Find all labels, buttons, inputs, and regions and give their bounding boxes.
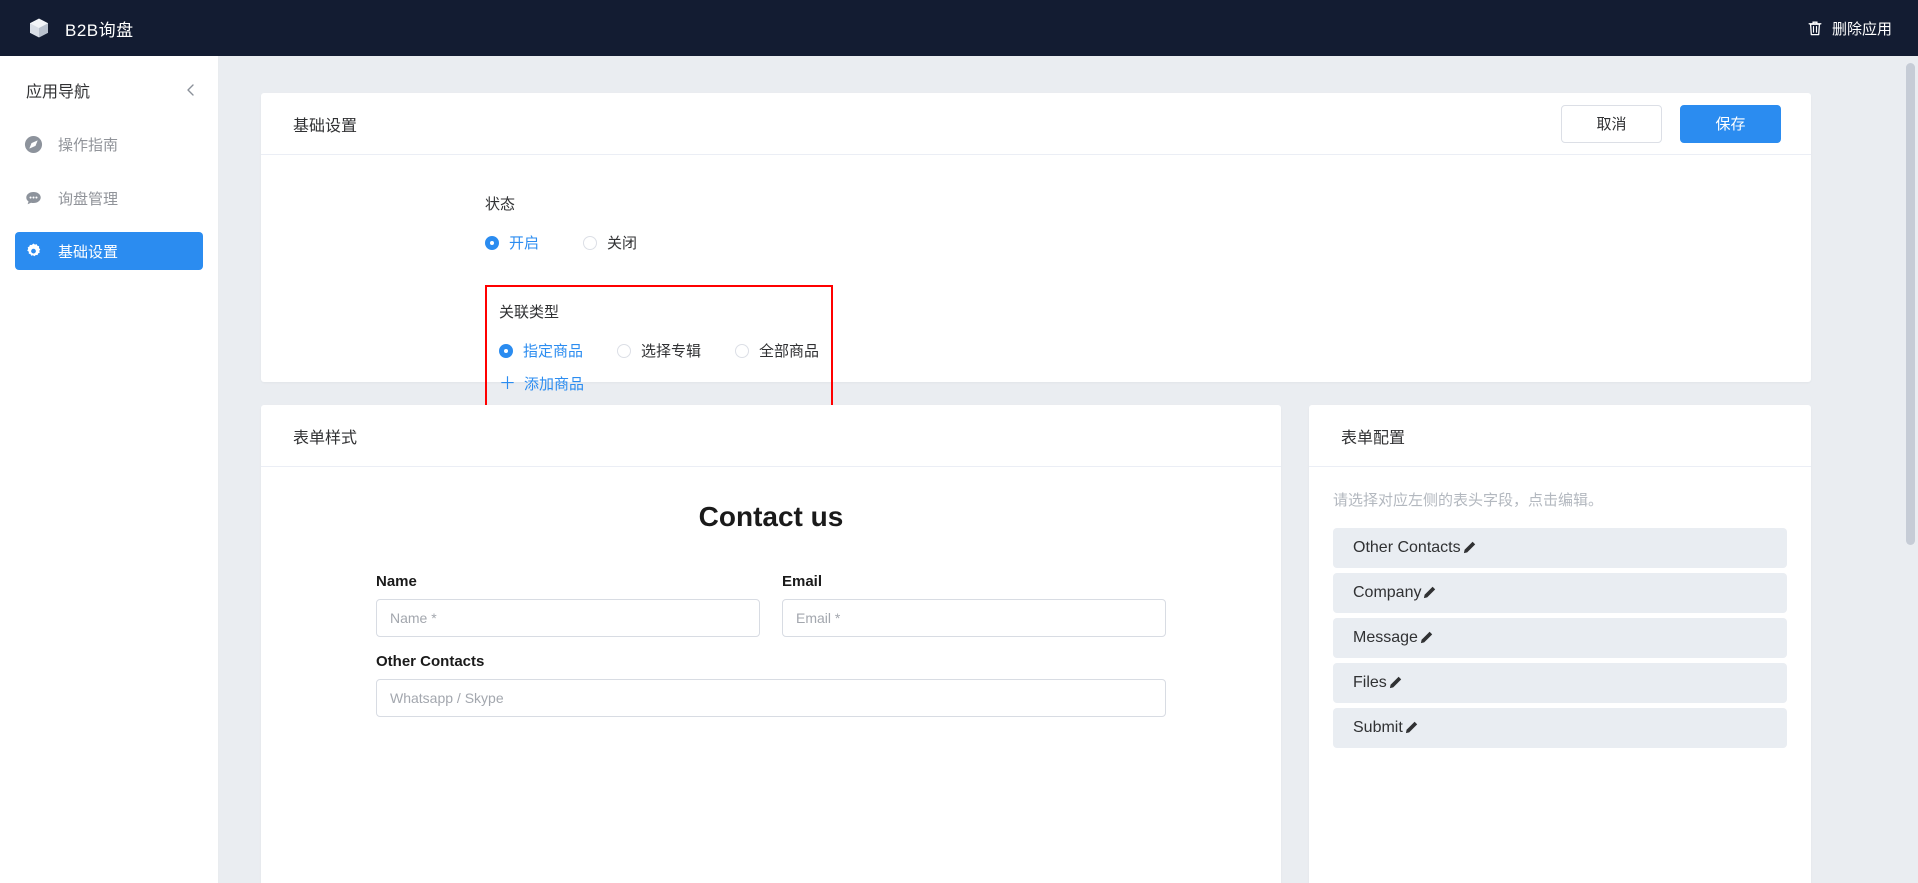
preview-label-email: Email xyxy=(782,573,823,590)
pencil-icon[interactable] xyxy=(1421,585,1437,601)
preview-field-other-contacts: Other Contacts Whatsapp / Skype xyxy=(376,653,1166,717)
preview-field-email: Email Email * xyxy=(782,573,1166,637)
config-item-label: Submit xyxy=(1353,719,1403,736)
trash-icon xyxy=(1807,20,1823,37)
preview-input-other-contacts[interactable]: Whatsapp / Skype xyxy=(376,679,1166,717)
gear-icon xyxy=(24,242,43,261)
cancel-button[interactable]: 取消 xyxy=(1561,104,1662,143)
relation-radio-all-products[interactable]: 全部商品 xyxy=(735,340,819,361)
config-item-label: Files xyxy=(1353,674,1387,691)
sidebar-item-guide[interactable]: 操作指南 xyxy=(15,124,203,164)
list-item[interactable]: Message xyxy=(1333,618,1787,658)
form-config-title: 表单配置 xyxy=(1341,429,1406,447)
add-product-button[interactable]: ＋ 添加商品 xyxy=(499,373,584,394)
pencil-icon[interactable] xyxy=(1461,540,1477,556)
save-button[interactable]: 保存 xyxy=(1680,104,1781,143)
top-bar: B2B询盘 删除应用 xyxy=(0,0,1918,56)
basic-settings-body: 状态 开启 关闭 关联类型 指定商品 选择专辑 全部商品 ＋ 添加商品 xyxy=(261,155,1811,412)
form-style-card: 表单样式 Contact us Name Name * Email Email … xyxy=(261,405,1281,883)
list-item[interactable]: Company xyxy=(1333,573,1787,613)
form-config-header: 表单配置 xyxy=(1309,405,1811,467)
basic-settings-card: 基础设置 取消 保存 状态 开启 关闭 关联类型 指定商品 选择专辑 全部商品 … xyxy=(261,93,1811,412)
sidebar-item-label: 询盘管理 xyxy=(58,190,119,208)
form-config-card: 表单配置 请选择对应左侧的表头字段，点击编辑。 Other Contacts C… xyxy=(1309,405,1811,883)
radio-dot-icon xyxy=(617,343,632,358)
basic-settings-header: 基础设置 取消 保存 xyxy=(261,93,1811,155)
preview-input-email[interactable]: Email * xyxy=(782,599,1166,637)
status-label: 状态 xyxy=(485,196,516,213)
status-radio-on[interactable]: 开启 xyxy=(485,232,539,253)
config-item-label: Other Contacts xyxy=(1353,539,1461,556)
relation-radio-collection[interactable]: 选择专辑 xyxy=(617,340,701,361)
navigation-compass-icon xyxy=(24,135,43,154)
status-radio-off-label: 关闭 xyxy=(607,235,638,252)
status-radio-on-label: 开启 xyxy=(509,235,540,252)
app-title: B2B询盘 xyxy=(65,20,134,40)
preview-label-name: Name xyxy=(376,573,417,590)
form-config-hint: 请选择对应左侧的表头字段，点击编辑。 xyxy=(1333,492,1604,509)
relation-radio-label: 指定商品 xyxy=(523,343,584,360)
relation-type-label: 关联类型 xyxy=(499,304,560,321)
form-config-body: 请选择对应左侧的表头字段，点击编辑。 Other Contacts Compan… xyxy=(1309,467,1811,748)
pencil-icon[interactable] xyxy=(1418,630,1434,646)
chat-bubble-icon xyxy=(24,189,43,208)
add-product-label: 添加商品 xyxy=(524,376,585,393)
delete-app-label: 删除应用 xyxy=(1831,20,1892,38)
pencil-icon[interactable] xyxy=(1403,720,1419,736)
radio-dot-icon xyxy=(485,235,499,250)
relation-type-group: 关联类型 指定商品 选择专辑 全部商品 ＋ 添加商品 xyxy=(485,285,833,412)
radio-dot-icon xyxy=(735,343,750,358)
sidebar: 应用导航 操作指南 询盘管理 基础设置 xyxy=(0,56,219,883)
list-item[interactable]: Submit xyxy=(1333,708,1787,748)
form-style-title: 表单样式 xyxy=(293,429,358,447)
preview-input-name[interactable]: Name * xyxy=(376,599,760,637)
relation-radio-label: 选择专辑 xyxy=(641,343,702,360)
pencil-icon[interactable] xyxy=(1387,675,1403,691)
sidebar-item-basic-settings[interactable]: 基础设置 xyxy=(15,232,203,270)
preview-field-name: Name Name * xyxy=(376,573,760,637)
relation-radio-specified-products[interactable]: 指定商品 xyxy=(499,340,583,361)
list-item[interactable]: Other Contacts xyxy=(1333,528,1787,568)
list-item[interactable]: Files xyxy=(1333,663,1787,703)
brand: B2B询盘 xyxy=(0,16,134,41)
basic-settings-actions: 取消 保存 xyxy=(1561,104,1781,143)
main-content: 基础设置 取消 保存 状态 开启 关闭 关联类型 指定商品 选择专辑 全部商品 … xyxy=(219,56,1918,883)
page-scrollbar-thumb[interactable] xyxy=(1906,63,1915,545)
preview-heading: Contact us xyxy=(698,501,844,532)
preview-label-other-contacts: Other Contacts xyxy=(376,653,485,670)
plus-icon: ＋ xyxy=(499,374,516,393)
chevron-left-icon[interactable] xyxy=(182,81,200,99)
delete-app-button[interactable]: 删除应用 xyxy=(1807,18,1918,39)
status-radio-group: 开启 关闭 xyxy=(485,232,1811,253)
radio-dot-icon xyxy=(583,235,598,250)
sidebar-item-inquiry[interactable]: 询盘管理 xyxy=(15,178,203,218)
page-scrollbar[interactable] xyxy=(1902,56,1918,883)
relation-radio-group: 指定商品 选择专辑 全部商品 xyxy=(499,340,831,361)
status-radio-off[interactable]: 关闭 xyxy=(583,232,637,253)
preview-row-name-email: Name Name * Email Email * xyxy=(376,573,1166,653)
config-item-label: Company xyxy=(1353,584,1422,601)
sidebar-header: 应用导航 xyxy=(0,62,218,118)
basic-settings-title: 基础设置 xyxy=(293,117,358,135)
form-style-header: 表单样式 xyxy=(261,405,1281,467)
sidebar-item-label: 操作指南 xyxy=(58,136,119,154)
sidebar-title: 应用导航 xyxy=(26,84,91,101)
cube-icon xyxy=(27,16,51,40)
config-item-label: Message xyxy=(1353,629,1418,646)
radio-dot-icon xyxy=(499,343,513,358)
sidebar-item-label: 基础设置 xyxy=(58,243,119,261)
sidebar-nav: 操作指南 询盘管理 基础设置 xyxy=(0,124,218,270)
form-preview: Contact us Name Name * Email Email * Oth… xyxy=(261,467,1281,717)
relation-radio-label: 全部商品 xyxy=(759,343,820,360)
